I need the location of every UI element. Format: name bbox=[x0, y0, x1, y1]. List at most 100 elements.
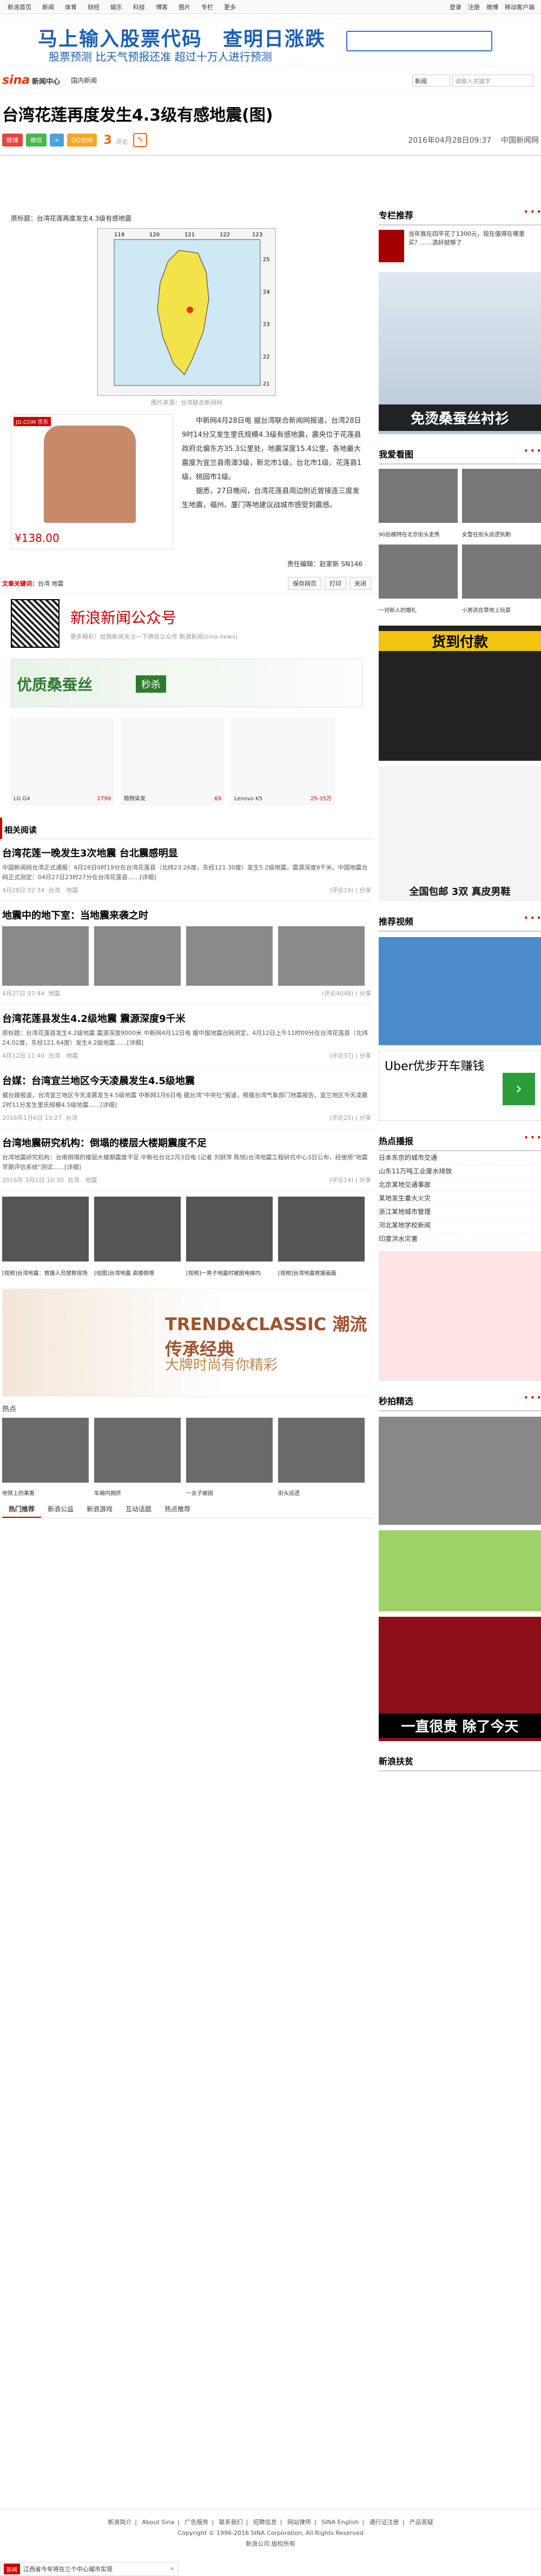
news-photo[interactable] bbox=[94, 926, 181, 986]
photo-grid[interactable] bbox=[379, 1417, 541, 1525]
nav-finance[interactable]: 财经 bbox=[82, 3, 105, 11]
video-thumb[interactable]: [组图]台湾地震 高楼倒塌 bbox=[94, 1197, 181, 1277]
hot-news-link[interactable]: 北京某地交通事故 bbox=[379, 1178, 541, 1192]
nav-news[interactable]: 新闻 bbox=[37, 3, 60, 11]
weibo-link[interactable]: 微博 bbox=[486, 3, 498, 11]
product-card[interactable]: Lenovo K5 25-35万 bbox=[232, 718, 334, 805]
footer-link[interactable]: About Sina bbox=[142, 2519, 174, 2526]
footer-link[interactable]: 网站律师 bbox=[287, 2519, 311, 2526]
nav-more[interactable]: 更多 bbox=[219, 3, 241, 11]
mobile-link[interactable]: 移动客户端 bbox=[505, 3, 535, 11]
hot-photo[interactable]: 一女子被困 bbox=[186, 1418, 273, 1497]
share-weixin-button[interactable]: 微信 bbox=[26, 134, 47, 147]
news-tags[interactable]: 台湾 地震 bbox=[48, 1051, 78, 1060]
popup-text[interactable]: 江西省今年将在三个中心城市实现 bbox=[23, 2565, 113, 2573]
register-link[interactable]: 注册 bbox=[468, 3, 480, 11]
footer-link[interactable]: SINA English bbox=[321, 2519, 359, 2526]
tab-hot-recommend[interactable]: 热门推荐 bbox=[2, 1501, 42, 1518]
news-tags[interactable]: 地震 bbox=[48, 989, 60, 998]
footer-link[interactable]: 新浪简介 bbox=[108, 2519, 131, 2526]
breadcrumb[interactable]: 国内新闻 bbox=[71, 76, 97, 85]
sidebar-promo-item[interactable]: 当年我在四平花了1300元，现在值得在哪里买？……选好就够了 bbox=[379, 225, 541, 267]
tab-charity[interactable]: 新浪公益 bbox=[41, 1501, 80, 1518]
pic-item[interactable]: 90后模特在北京街头走秀 bbox=[379, 469, 458, 538]
related-news-item[interactable]: 台湾花莲县发生4.2级地震 震源深度9千米 原标题：台湾花莲县发生4.2级地震 … bbox=[0, 1005, 373, 1067]
close-icon[interactable]: ✕ bbox=[170, 2566, 175, 2573]
news-comments[interactable]: (评论4048) | 分享 bbox=[322, 989, 371, 998]
news-headline[interactable]: 地震中的地下室：当地震来袭之时 bbox=[2, 908, 371, 922]
product-card[interactable]: 植物染发 69 bbox=[121, 718, 224, 805]
news-photo[interactable] bbox=[2, 926, 89, 986]
pic-item[interactable]: 一对新人的婚礼 bbox=[379, 545, 458, 614]
news-photo[interactable] bbox=[186, 926, 273, 986]
article-source[interactable]: 中国新闻网 bbox=[501, 135, 539, 145]
footer-link[interactable]: 广告服务 bbox=[184, 2519, 208, 2526]
news-headline[interactable]: 台媒：台湾宜兰地区今天凌晨发生4.5级地震 bbox=[2, 1073, 371, 1087]
top-banner-ad[interactable]: 马上输入股票代码 查明日涨跌 股票预测 比天气预报还准 超过十万人进行预测 bbox=[0, 18, 541, 67]
comment-count[interactable]: 3 评论 bbox=[103, 134, 128, 147]
hot-photo[interactable]: 地铁上的乘客 bbox=[2, 1418, 89, 1497]
product-card[interactable]: LG G4 2799 bbox=[11, 718, 114, 805]
news-photo[interactable] bbox=[278, 926, 365, 986]
tab-topics[interactable]: 互动话题 bbox=[119, 1501, 158, 1518]
shoes-ad[interactable]: 全国包邮 3双 真皮男鞋 bbox=[379, 766, 541, 901]
hot-news-link[interactable]: 印度洪水灾害 bbox=[379, 1232, 541, 1246]
news-comments[interactable]: (评论25) | 分享 bbox=[329, 1113, 371, 1122]
related-news-item[interactable]: 台媒：台湾宜兰地区今天凌晨发生4.5级地震 据台媒报道，台湾宜兰地区今天凌晨发生… bbox=[0, 1067, 373, 1129]
video-player[interactable] bbox=[379, 937, 541, 1045]
pic-item[interactable]: 女警在街头巡逻执勤 bbox=[462, 469, 541, 538]
nav-tech[interactable]: 科技 bbox=[128, 3, 150, 11]
hot-news-link[interactable]: 日本东京的城市交通 bbox=[379, 1151, 541, 1165]
tab-games[interactable]: 新浪游戏 bbox=[80, 1501, 119, 1518]
video-thumb[interactable]: [视频]一男子地震时被困电梯内 bbox=[186, 1197, 273, 1277]
footer-link[interactable]: 通行证注册 bbox=[370, 2519, 399, 2526]
cod-ad[interactable]: 货到付款 bbox=[379, 626, 541, 761]
related-news-item[interactable]: 地震中的地下室：当地震来袭之时 4月27日 07:44 地震 (评论4048) |… bbox=[0, 901, 373, 1005]
nav-home[interactable]: 新浪首页 bbox=[2, 3, 37, 11]
news-tags[interactable]: 台湾 bbox=[65, 1113, 77, 1122]
tab-hot[interactable]: 热点推荐 bbox=[158, 1501, 197, 1518]
silk-banner-ad[interactable]: 优质桑蚕丝 秒杀 bbox=[11, 659, 362, 707]
share-more-button[interactable]: + bbox=[50, 134, 64, 147]
arrow-right-icon[interactable]: › bbox=[503, 1073, 535, 1105]
news-headline[interactable]: 台湾地震研究机构：倒塌的楼层大楼期震度不足 bbox=[2, 1136, 371, 1150]
sina-logo[interactable]: sina 新闻中心 bbox=[2, 74, 60, 87]
video-thumb[interactable]: [视频]台湾地震救援画面 bbox=[278, 1197, 365, 1277]
nav-ent[interactable]: 娱乐 bbox=[105, 3, 128, 11]
hot-photo[interactable]: 车厢内拥挤 bbox=[94, 1418, 181, 1497]
search-input[interactable]: 请输入关键字 bbox=[452, 74, 533, 87]
print-button[interactable]: 打印 bbox=[325, 577, 346, 590]
footer-link[interactable]: 产品答疑 bbox=[410, 2519, 433, 2526]
share-qzone-button[interactable]: QQ空间 bbox=[67, 134, 97, 147]
news-comments[interactable]: (评论14) | 分享 bbox=[329, 1176, 371, 1184]
nav-column[interactable]: 专栏 bbox=[196, 3, 219, 11]
tshirt-ad[interactable]: 一直很贵 除了今天 bbox=[379, 1617, 541, 1741]
share-weibo-button[interactable]: 微博 bbox=[2, 134, 23, 147]
news-tags[interactable]: 台湾 地震 bbox=[48, 886, 78, 894]
news-comments[interactable]: (评论37) | 分享 bbox=[329, 1051, 371, 1060]
footer-link[interactable]: 联系我们 bbox=[219, 2519, 243, 2526]
news-popup[interactable]: 新闻 江西省今年将在三个中心城市实现 ✕ bbox=[0, 2562, 179, 2576]
hot-news-link[interactable]: 浙江某地城市管理 bbox=[379, 1205, 541, 1219]
login-link[interactable]: 登录 bbox=[450, 3, 461, 11]
pic-item[interactable]: 小男孩在草地上玩耍 bbox=[462, 545, 541, 614]
nav-blog[interactable]: 博客 bbox=[150, 3, 173, 11]
fashion-banner-ad[interactable]: TREND&CLASSIC 潮流传承经典 大牌时尚有你精彩 bbox=[2, 1289, 371, 1397]
top-ad-input[interactable] bbox=[346, 31, 492, 51]
video-thumb[interactable]: [视频]台湾地震：救援人员搜救现场 bbox=[2, 1197, 89, 1277]
news-comments[interactable]: (评论19) | 分享 bbox=[329, 886, 371, 894]
nav-sports[interactable]: 体育 bbox=[60, 3, 82, 11]
news-tags[interactable]: 台湾 地震 bbox=[68, 1176, 97, 1184]
taobao-ad[interactable] bbox=[379, 1251, 541, 1381]
news-headline[interactable]: 台湾花莲县发生4.2级地震 震源深度9千米 bbox=[2, 1011, 371, 1025]
footer-link[interactable]: 招聘信息 bbox=[253, 2519, 277, 2526]
related-news-item[interactable]: 台湾花莲一晚发生3次地震 台北震感明显 中国新闻网台湾正式通报：4月28日0时1… bbox=[0, 839, 373, 901]
jd-ad-box[interactable]: JD.COM 京东 ¥138.00 bbox=[11, 414, 173, 549]
hot-news-link[interactable]: 山东11万吨工业废水排放 bbox=[379, 1165, 541, 1178]
shirt-ad[interactable]: 免烫桑蚕丝衬衫 bbox=[379, 272, 541, 434]
related-news-item[interactable]: 台湾地震研究机构：倒塌的楼层大楼期震度不足 台湾地震研究机构：台南倒塌的楼层大楼… bbox=[0, 1129, 373, 1191]
news-headline[interactable]: 台湾花莲一晚发生3次地震 台北震感明显 bbox=[2, 846, 371, 860]
close-button[interactable]: 关闭 bbox=[349, 577, 371, 590]
nav-pics[interactable]: 图片 bbox=[173, 3, 196, 11]
hot-news-link[interactable]: 河北某地学校新闻 bbox=[379, 1219, 541, 1232]
